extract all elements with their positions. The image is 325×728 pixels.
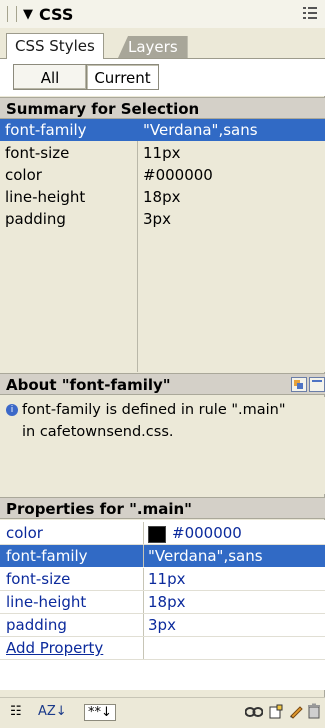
- current-button[interactable]: Current: [87, 64, 159, 90]
- show-cascade-icon[interactable]: [291, 377, 307, 392]
- alpha-view-button[interactable]: AZ↓: [38, 704, 67, 719]
- summary-property: font-size: [5, 144, 70, 162]
- delete-css-rule-icon[interactable]: [307, 703, 321, 719]
- property-row[interactable]: color #000000: [0, 522, 325, 545]
- summary-value: 11px: [143, 144, 181, 162]
- property-row[interactable]: font-size 11px: [0, 568, 325, 591]
- add-property-link[interactable]: Add Property: [6, 637, 103, 659]
- attach-stylesheet-icon[interactable]: [245, 705, 263, 719]
- panel-title: CSS: [39, 4, 74, 24]
- show-info-icon[interactable]: [309, 377, 325, 392]
- info-icon: i: [6, 404, 18, 416]
- property-value[interactable]: 3px: [148, 614, 176, 636]
- css-panel: ▼ CSS CSS Styles Layers All Current Summ…: [0, 0, 325, 728]
- panel-titlebar[interactable]: ▼ CSS: [0, 0, 325, 29]
- property-value[interactable]: 18px: [148, 591, 186, 613]
- summary-row[interactable]: line-height 18px: [0, 186, 325, 208]
- summary-row[interactable]: padding 3px: [0, 208, 325, 230]
- summary-value: 18px: [143, 188, 181, 206]
- about-text-line: i font-family is defined in rule ".main": [6, 400, 286, 421]
- summary-grid: font-family "Verdana",sans font-size 11p…: [0, 119, 325, 372]
- summary-property: line-height: [5, 188, 86, 206]
- properties-grid: color #000000 font-family "Verdana",sans…: [0, 520, 325, 690]
- column-divider: [143, 545, 144, 567]
- tab-strip: CSS Styles Layers: [0, 28, 325, 59]
- panel-grip-icon[interactable]: [7, 6, 17, 22]
- collapse-triangle-icon[interactable]: ▼: [23, 7, 33, 22]
- properties-header: Properties for ".main": [0, 497, 325, 519]
- column-divider: [143, 568, 144, 590]
- summary-header: Summary for Selection: [0, 97, 325, 119]
- bottom-toolbar: ☷ AZ↓ **↓: [0, 697, 325, 728]
- summary-row[interactable]: font-family "Verdana",sans: [0, 119, 325, 141]
- property-value[interactable]: "Verdana",sans: [148, 545, 263, 567]
- column-divider: [143, 591, 144, 613]
- summary-property: font-family: [5, 121, 87, 139]
- panel-options-icon[interactable]: [303, 6, 317, 20]
- property-row[interactable]: line-height 18px: [0, 591, 325, 614]
- view-toggle: All Current: [0, 59, 325, 96]
- summary-property: padding: [5, 210, 66, 228]
- summary-value: 3px: [143, 210, 171, 228]
- about-text-line: in cafetownsend.css.: [22, 424, 174, 440]
- all-button[interactable]: All: [13, 64, 87, 90]
- about-body: i font-family is defined in rule ".main" …: [0, 397, 325, 494]
- about-title: About "font-family": [6, 376, 171, 394]
- column-divider: [143, 614, 144, 636]
- property-row[interactable]: padding 3px: [0, 614, 325, 637]
- property-value[interactable]: #000000: [172, 522, 242, 544]
- property-name: line-height: [6, 593, 87, 611]
- property-name: color: [6, 524, 43, 542]
- summary-row[interactable]: color #000000: [0, 164, 325, 186]
- summary-value: #000000: [143, 166, 213, 184]
- summary-row[interactable]: font-size 11px: [0, 142, 325, 164]
- property-name: font-size: [6, 570, 71, 588]
- tab-css-styles[interactable]: CSS Styles: [6, 33, 104, 59]
- about-header: About "font-family": [0, 373, 325, 395]
- set-properties-view-button[interactable]: **↓: [84, 704, 116, 721]
- property-row[interactable]: font-family "Verdana",sans: [0, 545, 325, 567]
- column-divider: [143, 637, 144, 659]
- tab-layers[interactable]: Layers: [118, 36, 188, 58]
- summary-property: color: [5, 166, 42, 184]
- property-value[interactable]: 11px: [148, 568, 186, 590]
- property-name: padding: [6, 616, 67, 634]
- edit-style-icon[interactable]: [288, 703, 304, 719]
- column-divider: [143, 522, 144, 544]
- new-css-rule-icon[interactable]: [268, 704, 284, 720]
- summary-value: "Verdana",sans: [143, 121, 258, 139]
- category-view-button[interactable]: ☷: [10, 704, 22, 719]
- add-property-row: Add Property: [0, 637, 325, 660]
- property-name: font-family: [6, 547, 88, 565]
- color-swatch[interactable]: [148, 526, 166, 543]
